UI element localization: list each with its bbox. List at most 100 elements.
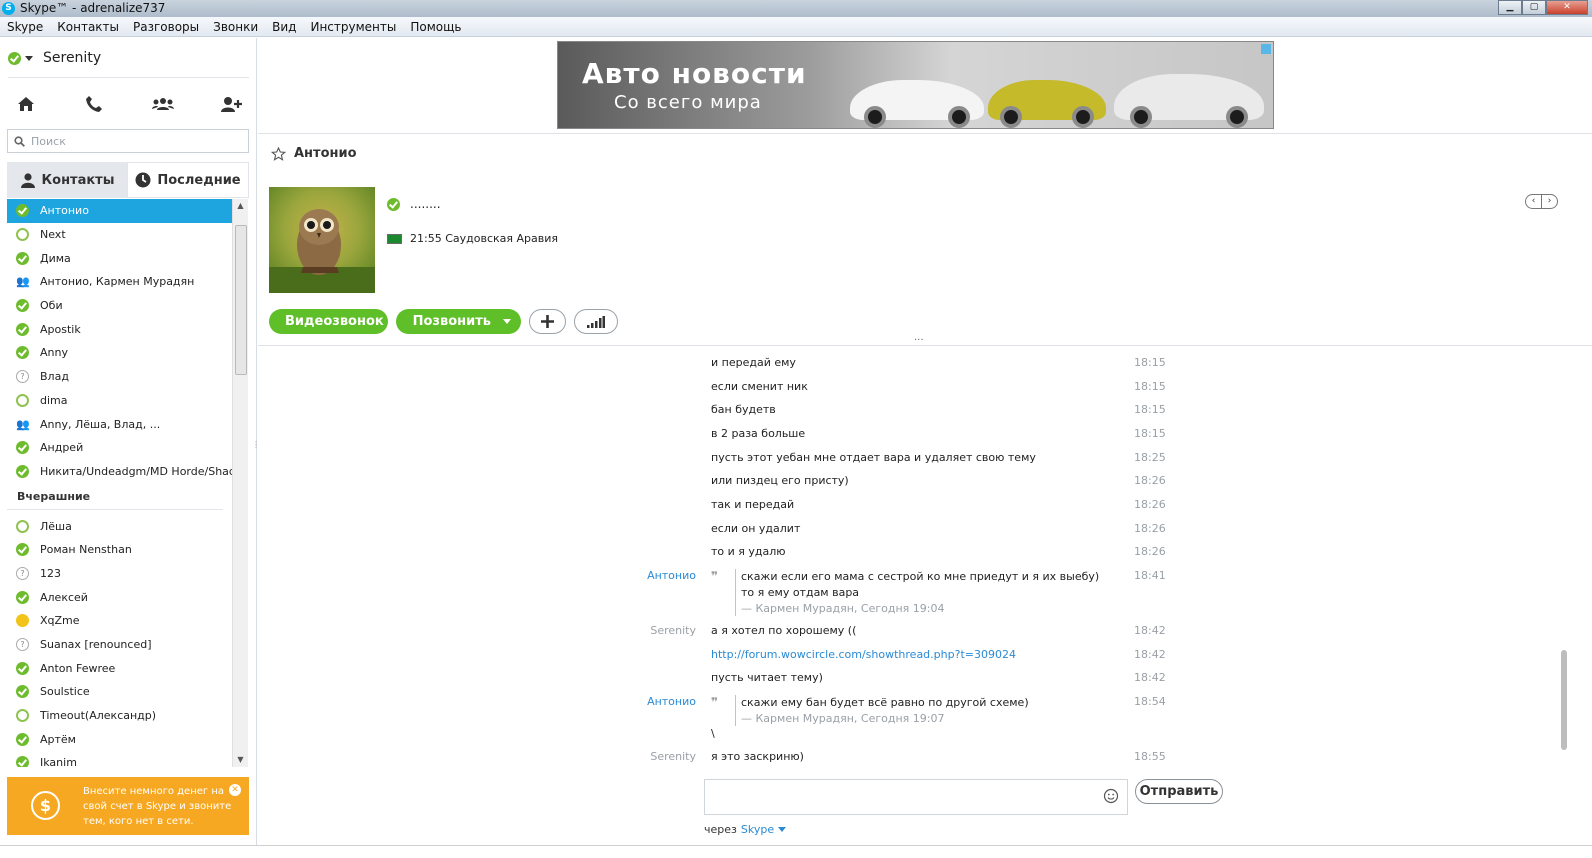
contact-list-item[interactable]: Андрей <box>7 436 233 460</box>
contact-list-item[interactable]: ? Влад <box>7 365 233 389</box>
contact-list-item[interactable]: Артём <box>7 727 233 751</box>
group-header-yesterday[interactable]: Вчерашние <box>7 483 223 511</box>
contact-list-item[interactable]: Timeout(Александр) <box>7 704 233 728</box>
home-icon[interactable] <box>14 92 38 116</box>
menu-calls[interactable]: Звонки <box>206 20 265 34</box>
message-sender[interactable]: Serenity <box>576 750 696 763</box>
profile-status-button[interactable]: Serenity <box>8 47 101 69</box>
message-sender[interactable]: Антонио <box>576 695 696 708</box>
phone-icon[interactable] <box>82 92 106 116</box>
add-contact-icon[interactable] <box>219 92 243 116</box>
group-chat-icon: 👥 <box>16 417 30 431</box>
person-icon <box>20 172 35 188</box>
contact-list-item[interactable]: Лёша <box>7 514 233 538</box>
tab-contacts[interactable]: Контакты <box>7 162 127 198</box>
contact-list-item[interactable]: Apostik <box>7 317 233 341</box>
contact-list-item[interactable]: Алексей <box>7 585 233 609</box>
message-time: 18:15 <box>1134 427 1166 440</box>
contact-list-item[interactable]: Next <box>7 223 233 247</box>
ad-banner[interactable]: Авто новости Со всего мира <box>557 41 1274 129</box>
resize-handle[interactable]: ... <box>914 332 924 343</box>
menu-view[interactable]: Вид <box>265 20 303 34</box>
menu-skype[interactable]: Skype <box>0 20 50 34</box>
contact-name: Anny <box>40 346 68 360</box>
message-time: 18:42 <box>1134 624 1166 637</box>
offline-status-icon <box>16 393 29 407</box>
contact-name: Лёша <box>40 519 72 533</box>
splitter-handle[interactable]: ⋮ <box>252 440 260 454</box>
contact-list-item[interactable]: Дима <box>7 246 233 270</box>
send-via-selector[interactable]: через Skype <box>704 823 787 836</box>
star-icon[interactable] <box>271 146 286 161</box>
offline-status-icon <box>16 709 29 723</box>
online-status-icon <box>16 756 29 767</box>
video-call-button[interactable]: Видеозвонок <box>269 309 388 334</box>
online-status-icon <box>16 464 29 478</box>
message-text: пусть этот уебан мне отдает вара и удаля… <box>711 451 1036 464</box>
contact-list-item[interactable]: ? 123 <box>7 562 233 586</box>
offline-status-icon <box>16 228 29 242</box>
via-service[interactable]: Skype <box>741 823 774 836</box>
menu-contacts[interactable]: Контакты <box>50 20 126 34</box>
contact-list-item[interactable]: XqZme <box>7 609 233 633</box>
call-quality-button[interactable] <box>574 309 618 334</box>
message-sender[interactable]: Антонио <box>576 569 696 582</box>
scrollbar-thumb[interactable] <box>235 225 247 375</box>
search-input[interactable]: Поиск <box>7 129 249 153</box>
contact-list-item[interactable]: Ikanim <box>7 751 233 767</box>
message-sender[interactable]: Serenity <box>576 624 696 637</box>
scrollbar-thumb[interactable] <box>1561 650 1567 750</box>
contact-list-item[interactable]: Soulstice <box>7 680 233 704</box>
divider <box>258 133 1592 134</box>
chevron-down-icon[interactable] <box>503 319 511 324</box>
scroll-down-icon[interactable]: ▼ <box>233 753 248 767</box>
tab-recent[interactable]: Последние <box>127 162 249 198</box>
contact-list-item[interactable]: Антонио <box>7 199 233 223</box>
contact-name: Антонио <box>40 204 89 218</box>
contact-name: XqZme <box>40 614 80 628</box>
menu-tools[interactable]: Инструменты <box>303 20 403 34</box>
online-status-icon <box>16 204 29 218</box>
contact-name: Влад <box>40 370 69 384</box>
next-arrow-icon[interactable]: › <box>1542 195 1557 208</box>
contact-list-item[interactable]: Оби <box>7 294 233 318</box>
close-button[interactable]: ✕ <box>1546 0 1588 15</box>
divider <box>8 77 249 78</box>
credit-promo-banner[interactable]: $ Внесите немного денег на свой счет в S… <box>7 777 249 835</box>
scroll-up-icon[interactable]: ▲ <box>233 199 248 213</box>
group-icon[interactable] <box>151 92 175 116</box>
call-button[interactable]: Позвонить <box>396 309 521 334</box>
contact-list-item[interactable]: ? Suanax [renounced] <box>7 633 233 657</box>
contact-list-scrollbar[interactable]: ▲ ▼ <box>232 199 248 767</box>
message-scrollbar[interactable] <box>1560 346 1568 766</box>
message-link[interactable]: http://forum.wowcircle.com/showthread.ph… <box>711 648 1131 661</box>
contact-list-item[interactable]: Роман Nensthan <box>7 538 233 562</box>
contact-list-item[interactable]: Anton Fewree <box>7 656 233 680</box>
contact-list-item[interactable]: dima <box>7 389 233 413</box>
send-button[interactable]: Отправить <box>1135 779 1223 804</box>
message-time: 18:15 <box>1134 380 1166 393</box>
contact-name: Дима <box>40 251 71 265</box>
ad-info-icon[interactable] <box>1261 44 1271 54</box>
prev-arrow-icon[interactable]: ‹ <box>1526 195 1542 208</box>
contact-list-item[interactable]: 👥 Anny, Лёша, Влад, ... <box>7 412 233 436</box>
message-time: 18:26 <box>1134 474 1166 487</box>
window-bottom-edge <box>0 845 1592 858</box>
message-text: я это заскриню) <box>711 750 804 763</box>
message-input[interactable] <box>704 779 1128 815</box>
contact-name: Anton Fewree <box>40 661 116 675</box>
contact-name: Роман Nensthan <box>40 543 132 557</box>
contact-list-item[interactable]: 👥 Антонио, Кармен Мурадян <box>7 270 233 294</box>
contact-mood: ........ <box>387 197 441 211</box>
menu-conversations[interactable]: Разговоры <box>126 20 206 34</box>
message-time: 18:42 <box>1134 648 1166 661</box>
emoticon-icon[interactable] <box>1103 788 1119 804</box>
close-icon[interactable]: ✕ <box>229 784 241 796</box>
contact-list-item[interactable]: Anny <box>7 341 233 365</box>
minimize-button[interactable]: ▁ <box>1498 0 1522 15</box>
add-participant-button[interactable] <box>529 309 566 334</box>
maximize-button[interactable]: ▢ <box>1522 0 1546 15</box>
menu-help[interactable]: Помощь <box>403 20 468 34</box>
chevron-down-icon[interactable] <box>778 827 787 832</box>
contact-list-item[interactable]: Никита/Undeadgm/MD Horde/Shado... <box>7 460 233 484</box>
